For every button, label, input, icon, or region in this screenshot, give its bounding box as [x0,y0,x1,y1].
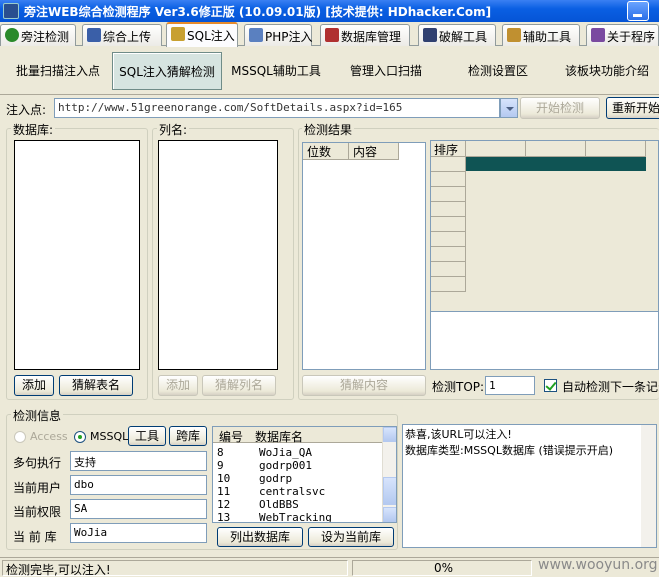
scroll-thumb[interactable] [383,477,396,505]
current-user-field[interactable]: dbo [70,475,207,495]
result-list[interactable]: 位数 内容 [302,142,426,370]
scroll-down-icon[interactable] [383,507,396,522]
message-line: 恭喜,该URL可以注入! [405,428,512,441]
keyboard-icon [423,28,437,42]
grid-selected-row[interactable] [466,157,646,171]
result-grid[interactable]: 排序 [430,140,659,312]
grid-row-header[interactable] [431,157,466,172]
database-name-list[interactable]: 编号 数据库名 8 WoJia_QA 9 godrp001 10 godrp 11 ce… [212,426,397,523]
sub-tab-bar: 批量扫描注入点 SQL注入猜解检测 MSSQL辅助工具 管理入口扫描 检测设置区… [0,46,659,95]
subtab-admin-scan[interactable]: 管理入口扫描 [338,52,434,90]
multi-exec-label: 多句执行 [13,456,62,470]
current-db-label: 当 前 库 [13,530,57,544]
subtab-intro[interactable]: 该板块功能介绍 [556,52,658,90]
watermark: www.wooyun.org [538,557,658,573]
subtab-settings[interactable]: 检测设置区 [450,52,546,90]
db-col-name[interactable]: 数据库名 [255,428,303,445]
url-dropdown-arrow[interactable] [500,98,518,118]
chart-icon [87,28,101,42]
main-tab-bar: 旁注检测 综合上传 SQL注入 PHP注入 数据库管理 破解工具 辅助工具 关于… [0,22,659,47]
tab-upload[interactable]: 综合上传 [82,24,162,46]
database-icon [325,28,339,42]
grid-row-header[interactable] [431,232,466,247]
grid-row-header[interactable] [431,202,466,217]
add-database-button[interactable]: 添加 [14,375,54,396]
mssql-radio[interactable] [74,431,86,443]
grid-row-header[interactable] [431,262,466,277]
tab-crack-tools[interactable]: 破解工具 [418,24,496,46]
grid-row-header[interactable] [431,187,466,202]
auto-next-checkbox[interactable] [544,379,557,392]
column-group-title: 列名: [157,121,190,138]
message-scrollbar[interactable] [641,425,656,547]
minimize-button[interactable] [627,1,649,21]
grid-header-cell [526,141,586,157]
info-group-title: 检测信息 [11,407,64,424]
grid-header-sort: 排序 [431,141,466,157]
database-listbox[interactable] [14,140,140,370]
database-group-title: 数据库: [11,121,56,138]
grid-empty-area [430,312,659,370]
db-col-id[interactable]: 编号 [219,428,243,445]
tab-php-injection[interactable]: PHP注入 [244,24,313,46]
set-current-db-button[interactable]: 设为当前库 [308,527,394,547]
book-icon [591,28,605,42]
multi-exec-field[interactable]: 支持 [70,451,207,471]
folder-icon [507,28,521,42]
title-bar: 旁注WEB综合检测程序 Ver3.6修正版 (10.09.01版) [技术提供:… [0,0,659,22]
url-label: 注入点: [6,103,47,117]
grid-header-cell [586,141,646,157]
status-text: 检测完毕,可以注入! [2,560,348,577]
result-group-title: 检测结果 [302,121,355,138]
scroll-up-icon[interactable] [383,427,396,442]
tab-about[interactable]: 关于程序 [586,24,659,46]
access-radio[interactable] [14,431,26,443]
column-listbox[interactable] [158,140,278,370]
magnifier-icon [171,27,185,41]
cross-db-button[interactable]: 跨库 [169,426,207,446]
subtab-mssql-tools[interactable]: MSSQL辅助工具 [228,52,324,90]
window-title: 旁注WEB综合检测程序 Ver3.6修正版 (10.09.01版) [技术提供:… [24,5,492,19]
db-list-scrollbar[interactable] [382,427,396,522]
start-scan-button[interactable]: 开始检测 [520,97,600,119]
guess-content-button[interactable]: 猜解内容 [302,375,426,396]
tab-db-manage[interactable]: 数据库管理 [320,24,410,46]
progress-text: 0% [352,560,532,576]
grid-header-cell [466,141,526,157]
tools-button[interactable]: 工具 [128,426,166,446]
tab-helper-tools[interactable]: 辅助工具 [502,24,580,46]
document-search-icon [249,28,263,42]
mssql-label: MSSQL [90,430,129,443]
tab-sql-injection[interactable]: SQL注入 [166,22,238,47]
grid-row-header[interactable] [431,247,466,262]
access-label: Access [30,430,68,443]
grid-row-header[interactable] [431,172,466,187]
current-db-field[interactable]: WoJia [70,523,207,543]
grid-row-header[interactable] [431,277,466,292]
globe-icon [5,28,19,42]
db-list-header: 编号 数据库名 [213,427,383,445]
auto-next-label: 自动检测下一条记录 [562,380,659,394]
guess-tables-button[interactable]: 猜解表名 [59,375,133,396]
guess-columns-button[interactable]: 猜解列名 [202,375,276,396]
result-col-count[interactable]: 位数 [303,143,349,160]
current-user-label: 当前用户 [13,481,62,495]
current-perm-label: 当前权限 [13,505,62,519]
app-icon [3,3,19,19]
message-box[interactable]: 恭喜,该URL可以注入! 数据库类型:MSSQL数据库 (错误提示开启) [402,424,657,548]
top-label: 检测TOP: [432,380,485,394]
grid-row-header[interactable] [431,217,466,232]
add-column-button[interactable]: 添加 [158,375,198,396]
url-input[interactable]: http://www.51greenorange.com/SoftDetails… [54,98,500,118]
top-input[interactable]: 1 [485,376,535,395]
tab-side-scan[interactable]: 旁注检测 [0,24,76,46]
message-line: 数据库类型:MSSQL数据库 (错误提示开启) [405,444,614,457]
list-databases-button[interactable]: 列出数据库 [217,527,303,547]
result-col-content[interactable]: 内容 [349,143,399,160]
subtab-batch-scan[interactable]: 批量扫描注入点 [10,52,106,90]
subtab-sql-guess[interactable]: SQL注入猜解检测 [112,52,222,90]
rescan-button[interactable]: 重新开始 [606,97,659,119]
current-perm-field[interactable]: SA [70,499,207,519]
